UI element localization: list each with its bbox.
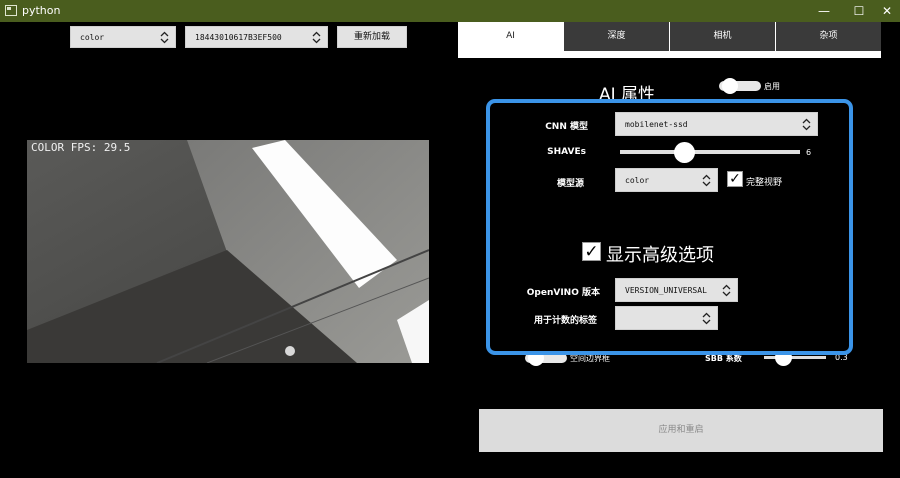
updown-arrow-icon: [312, 31, 321, 44]
maximize-button[interactable]: ☐: [844, 0, 874, 22]
enable-toggle-knob: [722, 78, 738, 94]
device-select[interactable]: 18443010617B3EF500: [185, 26, 328, 48]
full-fov-checkbox[interactable]: ✓: [727, 171, 743, 187]
minimize-button[interactable]: —: [809, 0, 839, 22]
apply-restart-button[interactable]: 应用和重启: [479, 409, 883, 452]
shaves-slider-track[interactable]: [620, 150, 800, 154]
openvino-version-value: VERSION_UNIVERSAL: [625, 286, 707, 295]
cnn-model-select[interactable]: mobilenet-ssd: [615, 112, 818, 136]
shaves-value: 6: [806, 148, 812, 157]
updown-arrow-icon: [702, 174, 711, 187]
updown-arrow-icon: [722, 284, 731, 297]
cnn-model-label: CNN 模型: [545, 122, 588, 132]
enable-label: 启用: [764, 82, 780, 91]
title-bar: [0, 0, 900, 22]
tab-camera[interactable]: 相机: [670, 22, 775, 51]
device-value: 18443010617B3EF500: [195, 33, 282, 42]
enable-toggle[interactable]: [719, 77, 761, 95]
sbb-slider-track[interactable]: [764, 356, 826, 359]
updown-arrow-icon: [702, 312, 711, 325]
updown-arrow-icon: [160, 31, 169, 44]
camera-preview: [27, 140, 429, 363]
model-source-value: color: [625, 176, 650, 185]
advanced-options-label: 显示高级选项: [606, 245, 714, 266]
tab-ai[interactable]: AI: [458, 22, 563, 51]
model-source-select[interactable]: color: [615, 168, 718, 192]
camera-source-select[interactable]: color: [70, 26, 176, 48]
tab-misc[interactable]: 杂项: [776, 22, 881, 51]
fps-label: COLOR FPS: 29.5: [31, 141, 131, 154]
camera-source-value: color: [80, 33, 105, 42]
shaves-label: SHAVEs: [547, 147, 586, 157]
cnn-model-value: mobilenet-ssd: [625, 120, 688, 129]
tab-depth[interactable]: 深度: [564, 22, 669, 51]
openvino-version-label: OpenVINO 版本: [526, 288, 600, 298]
model-source-label: 模型源: [556, 179, 584, 189]
updown-arrow-icon: [802, 118, 811, 131]
advanced-options-checkbox[interactable]: ✓: [582, 242, 601, 261]
reload-button[interactable]: 重新加载: [337, 26, 407, 48]
openvino-version-select[interactable]: VERSION_UNIVERSAL: [615, 278, 738, 302]
close-button[interactable]: ✕: [872, 0, 900, 22]
app-window-icon: [5, 5, 17, 16]
count-label-select[interactable]: [615, 306, 718, 330]
camera-frame-image: [27, 140, 429, 363]
count-label-label: 用于计数的标签: [533, 316, 597, 326]
window-title: python: [22, 4, 61, 17]
full-fov-label: 完整视野: [746, 178, 783, 188]
